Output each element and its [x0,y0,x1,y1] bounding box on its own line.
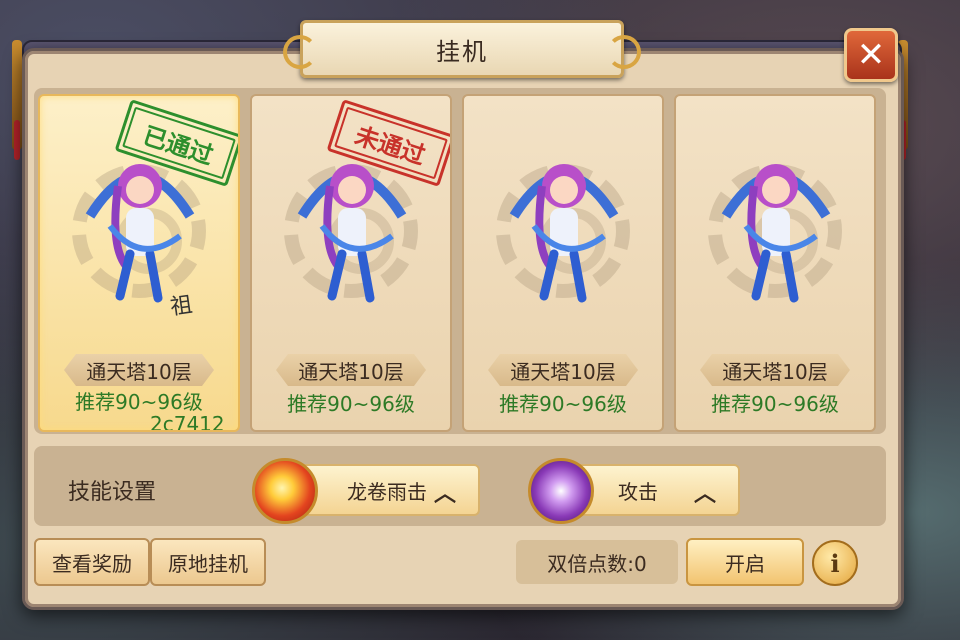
tower-label: 通天塔10层 [488,354,638,386]
purple-vortex-icon[interactable] [528,458,594,524]
view-rewards-button[interactable]: 查看奖励 [34,538,150,586]
close-button[interactable]: ✕ [844,28,898,82]
window-title: 挂机 [436,37,488,66]
double-points-display: 双倍点数:0 [516,540,678,584]
recommend-level: 推荐90~96级 [287,392,415,416]
tower-label: 通天塔10层 [700,354,850,386]
stage-card-2[interactable]: 未通过 通天塔10层 推荐90~96级 [250,94,452,432]
hero-portrait [509,164,619,303]
skill-slot-2-name: 攻击 [618,479,658,504]
stage-card-1[interactable]: 已通过 祖 通天塔10层 推荐90~96级 2c7412 [38,94,240,432]
recommend-level: 推荐90~96级 [499,392,627,416]
fire-orb-icon[interactable] [252,458,318,524]
chevron-up-icon: ︿ [693,482,716,507]
scribble-annotation: 祖 [168,292,194,321]
code-annotation: 2c7412 [150,412,225,432]
stage-card-3[interactable]: 通天塔10层 推荐90~96级 [462,94,664,432]
right-scroll-ornament [607,35,641,69]
close-icon: ✕ [856,35,886,75]
info-icon[interactable]: i [812,540,858,586]
idle-here-button[interactable]: 原地挂机 [150,538,266,586]
skill-settings-label: 技能设置 [68,480,157,505]
stage-card-4[interactable]: 通天塔10层 推荐90~96级 [674,94,876,432]
tower-label: 通天塔10层 [276,354,426,386]
start-button[interactable]: 开启 [686,538,804,586]
left-tassel [14,120,20,160]
chevron-up-icon: ︿ [433,482,456,507]
recommend-level: 推荐90~96级 [75,390,203,414]
hero-portrait [721,164,831,303]
skill-slot-1-name: 龙卷雨击 [347,479,427,504]
title-plate: 挂机 [283,20,641,78]
tower-label: 通天塔10层 [64,354,214,386]
recommend-level: 推荐90~96级 [711,392,839,416]
left-scroll-ornament [283,35,317,69]
